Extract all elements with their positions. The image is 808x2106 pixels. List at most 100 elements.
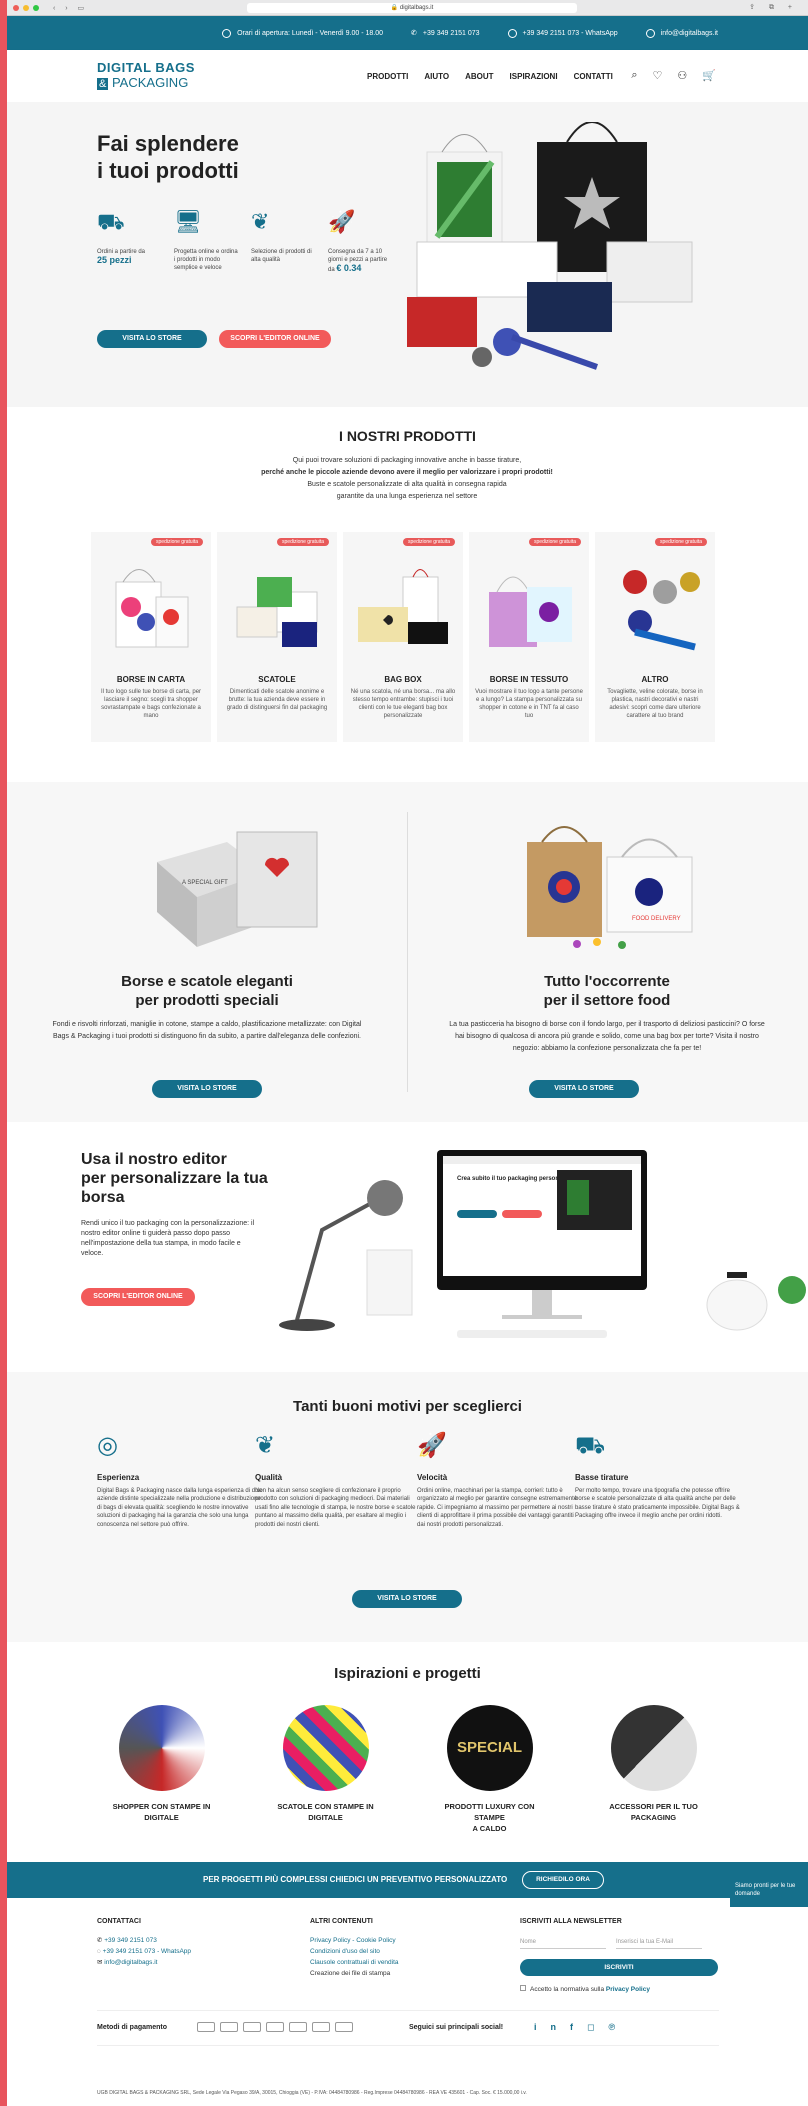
header-icons: ⌕ ♡ ⚇ 🛒 xyxy=(631,69,716,82)
search-icon[interactable]: ⌕ xyxy=(631,69,637,82)
product-desc: Il tuo logo sulle tue borse di carta, pe… xyxy=(100,689,202,719)
site-logo[interactable]: DIGITAL BAGS & PACKAGING xyxy=(97,60,195,92)
topbar-whatsapp-link[interactable]: +39 349 2151 073 - WhatsApp xyxy=(507,28,618,38)
reason-title: Qualità xyxy=(255,1473,283,1482)
inspiration-label: ACCESSORI PER IL TUO PACKAGING xyxy=(594,1801,714,1823)
feature-delivery: 🚀 Consegna da 7 a 10 giorni e pezzi a par… xyxy=(328,211,392,274)
menu-item-prodotti[interactable]: PRODOTTI xyxy=(367,72,408,81)
feature-highlight: 25 pezzi xyxy=(97,255,132,265)
browser-tools-icon[interactable]: ⇪ ⧉ + xyxy=(749,3,798,12)
editor-online-button[interactable]: SCOPRI L'EDITOR ONLINE xyxy=(81,1288,195,1306)
footer-email-link[interactable]: ✉ info@digitalbags.it xyxy=(97,1957,191,1968)
product-desc: Né una scatola, né una borsa... ma allo … xyxy=(350,689,456,719)
inspiration-shopper[interactable]: SHOPPER CON STAMPE IN DIGITALE xyxy=(102,1705,222,1834)
newsletter-name-input[interactable]: Nome xyxy=(520,1935,606,1949)
menu-item-ispirazioni[interactable]: ISPIRAZIONI xyxy=(510,72,558,81)
inspiration-label-line2: DIGITALE xyxy=(144,1813,179,1822)
product-name: BAG BOX xyxy=(384,675,422,684)
footer-contacts: CONTATTACI ✆ +39 349 2151 073 ◌ +39 349 … xyxy=(97,1916,191,1968)
clock-icon xyxy=(222,28,232,38)
products-intro: Qui puoi trovare soluzioni di packaging … xyxy=(177,455,637,503)
footer-newsletter: ISCRIVITI ALLA NEWSLETTER Nome Inserisci … xyxy=(520,1916,718,1995)
inspirations-title: Ispirazioni e progetti xyxy=(334,1665,481,1682)
hero-editor-button[interactable]: SCOPRI L'EDITOR ONLINE xyxy=(219,330,331,348)
product-card-borse-tessuto[interactable]: spedizione gratuita BORSE IN TESSUTO Vuo… xyxy=(469,532,589,742)
site-footer: CONTATTACI ✆ +39 349 2151 073 ◌ +39 349 … xyxy=(7,1898,808,2106)
address-bar[interactable]: 🔒 digitalbags.it xyxy=(247,3,577,13)
product-card-altro[interactable]: spedizione gratuita ALTRO Tovagliette, v… xyxy=(595,532,715,742)
reason-desc: Digital Bags & Packaging nasce dalla lun… xyxy=(97,1487,262,1528)
privacy-accept: Accetto la normativa sulla Privacy Polic… xyxy=(520,1984,718,1995)
footer-whatsapp-link[interactable]: ◌ +39 349 2151 073 - WhatsApp xyxy=(97,1946,191,1957)
newsletter-title: ISCRIVITI ALLA NEWSLETTER xyxy=(520,1918,622,1925)
inspirations-list: SHOPPER CON STAMPE IN DIGITALE SCATOLE CO… xyxy=(7,1705,808,1834)
accept-text: Accetto la normativa sulla xyxy=(530,1986,605,1993)
box-label: A SPECIAL GIFT xyxy=(182,880,228,886)
close-window-icon[interactable] xyxy=(13,4,19,11)
menu-item-contatti[interactable]: CONTATTI xyxy=(574,72,613,81)
instagram-icon[interactable]: ◻ xyxy=(587,2022,608,2032)
heart-icon[interactable]: ♡ xyxy=(653,69,663,82)
food-store-button[interactable]: VISITA LO STORE xyxy=(529,1080,639,1098)
free-shipping-badge: spedizione gratuita xyxy=(403,538,455,546)
inspiration-scatole[interactable]: SCATOLE CON STAMPE IN DIGITALE xyxy=(266,1705,386,1834)
ribbons-image xyxy=(623,570,700,651)
terms-link[interactable]: Condizioni d'uso del sito xyxy=(310,1946,399,1957)
topbar-whatsapp-text: +39 349 2151 073 - WhatsApp xyxy=(522,29,618,37)
hero-store-button[interactable]: VISITA LO STORE xyxy=(97,330,207,348)
reason-velocita: 🚀 Velocità Ordini online, macchinari per l… xyxy=(417,1434,582,1529)
target-icon: ◎ xyxy=(97,1432,118,1459)
privacy-checkbox[interactable] xyxy=(520,1985,526,1991)
address-bar-text: digitalbags.it xyxy=(399,5,434,11)
menu-item-about[interactable]: ABOUT xyxy=(465,72,493,81)
reason-title: Basse tirature xyxy=(575,1473,629,1482)
quote-cta-band: PER PROGETTI PIÙ COMPLESSI CHIEDICI UN P… xyxy=(7,1862,808,1898)
product-card-scatole[interactable]: spedizione gratuita SCATOLE Dimenticati … xyxy=(217,532,337,742)
subscribe-button[interactable]: ISCRIVITI xyxy=(520,1959,718,1976)
feature-quality: ❦ Selezione di prodotti di alta qualità xyxy=(251,211,315,264)
privacy-link[interactable]: Privacy Policy xyxy=(606,1986,650,1993)
food-title-line2: per il settore food xyxy=(543,992,671,1009)
elegant-store-button[interactable]: VISITA LO STORE xyxy=(152,1080,262,1098)
chat-widget[interactable]: Siamo pronti per le tue domande xyxy=(730,1877,808,1907)
hero-title: Fai splendere i tuoi prodotti xyxy=(97,130,239,184)
user-icon[interactable]: ⚇ xyxy=(677,69,687,82)
minimize-window-icon[interactable] xyxy=(23,4,29,11)
elegant-desc: Fondi e risvolti rinforzati, maniglie in… xyxy=(52,1021,362,1040)
reason-desc: Per molto tempo, trovare una tipografia … xyxy=(575,1487,740,1520)
elegant-title-line2: per prodotti speciali xyxy=(135,992,279,1009)
topbar-phone-link[interactable]: ✆ +39 349 2151 073 xyxy=(411,29,480,38)
privacy-policy-link[interactable]: Privacy Policy - Cookie Policy xyxy=(310,1935,399,1946)
editor-title-line1: Usa il nostro editor xyxy=(81,1151,227,1168)
product-card-borse-carta[interactable]: spedizione gratuita BORSE IN CARTA Il tu… xyxy=(91,532,211,742)
inspiration-luxury[interactable]: SPECIAL PRODOTTI LUXURY CON STAMPE A CALDO xyxy=(430,1705,550,1834)
maximize-window-icon[interactable] xyxy=(33,4,39,11)
product-cards: spedizione gratuita BORSE IN CARTA Il tu… xyxy=(91,532,715,742)
cart-icon[interactable]: 🛒 xyxy=(702,69,716,82)
desk-editor-image: Crea subito il tuo packaging personalizz… xyxy=(279,1150,806,1338)
inspiration-label: PRODOTTI LUXURY CON STAMPE A CALDO xyxy=(430,1801,550,1834)
editor-desc: Rendi unico il tuo packaging con la pers… xyxy=(81,1220,255,1257)
inspiration-accessori[interactable]: ACCESSORI PER IL TUO PACKAGING xyxy=(594,1705,714,1834)
footer-phone-link[interactable]: ✆ +39 349 2151 073 xyxy=(97,1935,191,1946)
payments-social-row: Metodi di pagamento Seguici sui principa… xyxy=(97,2010,719,2046)
request-quote-button[interactable]: RICHIEDILO ORA xyxy=(522,1871,604,1889)
reason-esperienza: ◎ Esperienza Digital Bags & Packaging nasc… xyxy=(97,1432,262,1529)
inspiration-image xyxy=(118,1705,205,1791)
menu-item-aiuto[interactable]: AIUTO xyxy=(424,72,449,81)
browser-nav-arrows-icon[interactable]: ‹ › ▭ xyxy=(53,4,88,12)
footer-contacts-title: CONTATTACI xyxy=(97,1918,141,1925)
hand-truck-icon: ⛟ xyxy=(97,209,125,234)
reasons-title: Tanti buoni motivi per sceglierci xyxy=(293,1398,522,1415)
legal-text: UGB DIGITAL BAGS & PACKAGING SRL, Sede L… xyxy=(97,2090,527,2096)
linkedin-icon[interactable]: in xyxy=(534,2022,570,2032)
facebook-icon[interactable]: f xyxy=(570,2022,587,2032)
pinterest-icon[interactable]: ℗ xyxy=(608,2022,629,2032)
product-card-bag-box[interactable]: spedizione gratuita BAG BOX Né una scato… xyxy=(343,532,463,742)
sales-clauses-link[interactable]: Clausole contrattuali di vendita xyxy=(310,1957,399,1968)
opening-hours-text: Orari di apertura: Lunedì - Venerdì 9.00… xyxy=(237,29,384,37)
reasons-store-button[interactable]: VISITA LO STORE xyxy=(352,1590,462,1608)
newsletter-email-input[interactable]: Inserisci la tua E-Mail xyxy=(616,1935,702,1949)
inspiration-label-line1: ACCESSORI PER IL TUO xyxy=(609,1802,698,1811)
topbar-email-link[interactable]: info@digitalbags.it xyxy=(645,28,718,38)
